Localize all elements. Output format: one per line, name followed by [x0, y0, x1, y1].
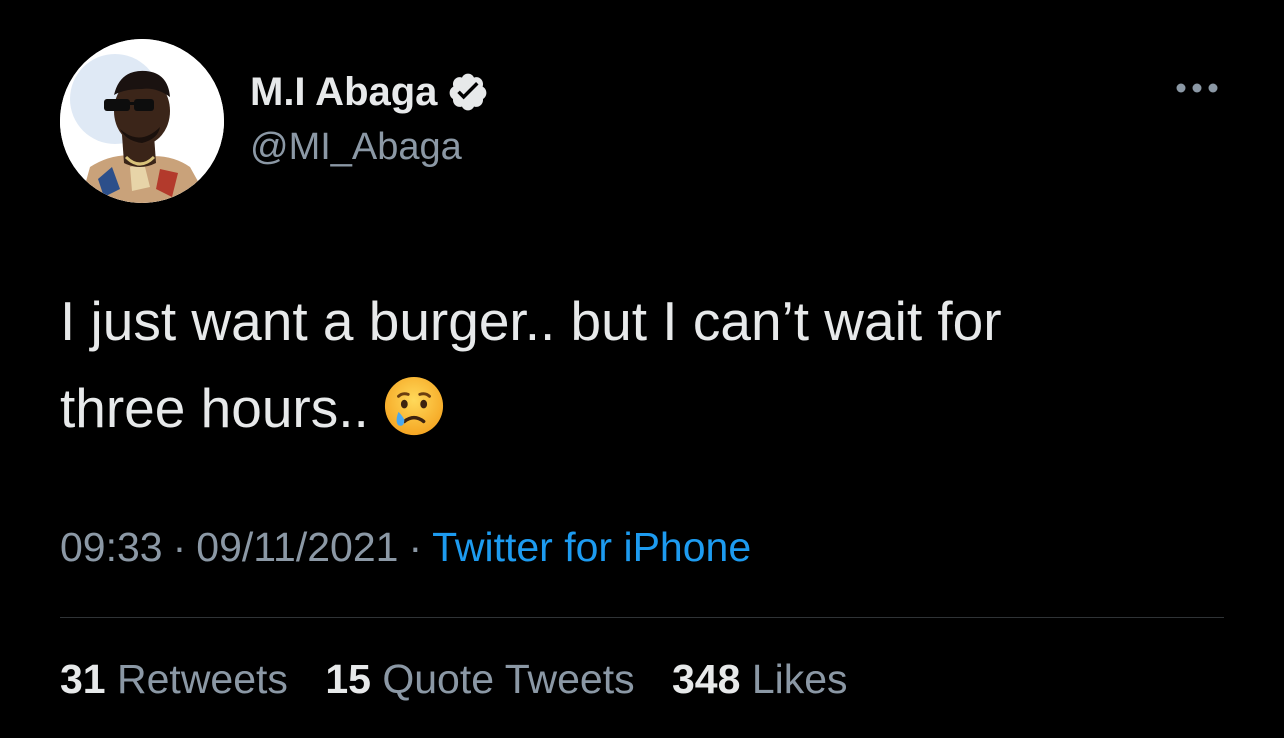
divider [60, 617, 1224, 618]
tweet-text-line-1: I just want a burger.. but I can’t wait … [60, 290, 1002, 352]
retweets-stat[interactable]: 31 Retweets [60, 656, 288, 702]
likes-count: 348 [672, 656, 741, 702]
meta-separator-1: · [172, 524, 187, 570]
author-name-row[interactable]: M.I Abaga [250, 66, 489, 118]
tweet-stats: 31 Retweets 15 Quote Tweets 348 Likes [60, 656, 874, 703]
author-handle[interactable]: @MI_Abaga [250, 126, 462, 169]
avatar-photo [60, 39, 224, 203]
meta-separator-2: · [408, 524, 423, 570]
tweet-meta: 09:33 · 09/11/2021 · Twitter for iPhone [60, 524, 751, 571]
quote-tweets-count: 15 [325, 656, 371, 702]
quote-tweets-stat[interactable]: 15 Quote Tweets [325, 656, 634, 702]
author-display-name[interactable]: M.I Abaga [250, 70, 437, 115]
verified-badge-icon [447, 71, 489, 113]
tweet-text-line-2-text: three hours.. [60, 377, 369, 439]
retweets-label: Retweets [117, 656, 288, 702]
tweet-date[interactable]: 09/11/2021 [196, 524, 398, 570]
more-horizontal-icon[interactable] [1172, 78, 1222, 98]
author-avatar[interactable] [60, 39, 224, 203]
tweet-text: I just want a burger.. but I can’t wait … [60, 278, 1240, 452]
tweet-detail: M.I Abaga @MI_Abaga I just want a burger… [0, 0, 1284, 738]
retweets-count: 31 [60, 656, 106, 702]
tweet-text-line-2: three hours.. [60, 365, 1240, 452]
quote-tweets-label: Quote Tweets [382, 656, 635, 702]
tweet-time[interactable]: 09:33 [60, 524, 163, 570]
likes-stat[interactable]: 348 Likes [672, 656, 848, 702]
likes-label: Likes [751, 656, 848, 702]
crying-face-emoji-icon [383, 375, 445, 437]
tweet-source-link[interactable]: Twitter for iPhone [432, 524, 751, 570]
